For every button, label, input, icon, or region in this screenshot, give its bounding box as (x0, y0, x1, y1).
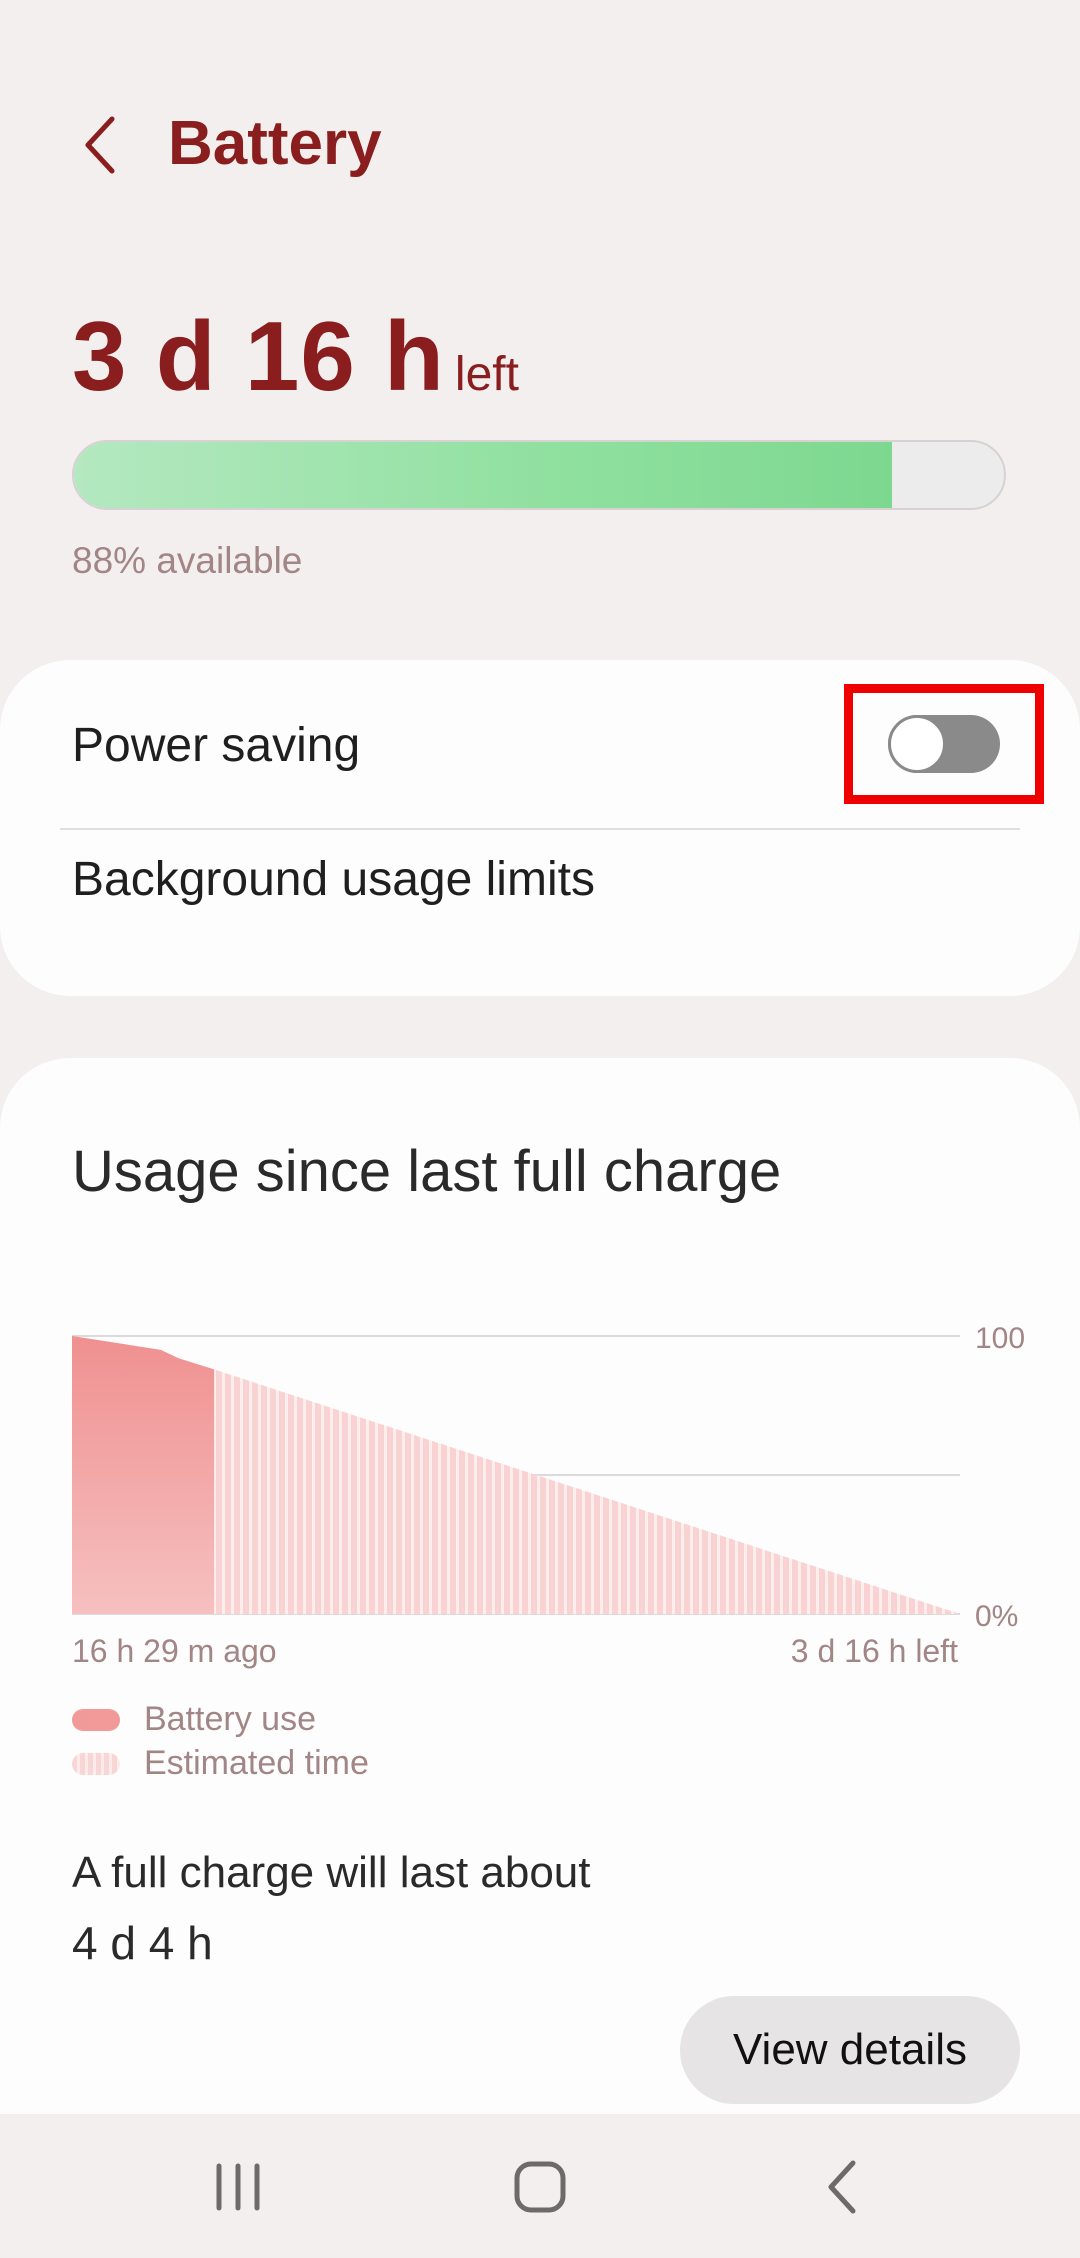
legend-battery-use-label: Battery use (144, 1700, 316, 1738)
recent-apps-icon (216, 2163, 260, 2211)
y-tick-label-bottom: 0% (975, 1600, 1018, 1633)
settings-card: Power saving Background usage limits (0, 660, 1080, 996)
battery-available-text: 88% available (72, 540, 303, 581)
toggle-knob (888, 715, 946, 773)
power-saving-label: Power saving (72, 719, 361, 772)
header: Battery (0, 0, 1080, 290)
battery-level-fill (74, 442, 893, 508)
legend-estimated-time: Estimated time (72, 1744, 369, 1783)
navigation-bar (0, 2114, 1080, 2258)
time-left-suffix: left (454, 348, 519, 401)
power-saving-toggle[interactable] (888, 715, 1000, 773)
full-charge-value: 4 d 4 h (72, 1917, 213, 1969)
background-usage-limits-row[interactable]: Background usage limits (72, 852, 595, 907)
battery-level-bar (72, 440, 1006, 510)
time-left-value: 3 d 16 h (72, 301, 445, 411)
legend-battery-use: Battery use (72, 1700, 316, 1739)
back-nav-button[interactable] (793, 2142, 893, 2232)
legend-swatch-estimated (72, 1752, 120, 1775)
legend-swatch-use (72, 1708, 120, 1731)
y-tick-label-top: 100 (975, 1322, 1025, 1355)
recent-apps-button[interactable] (188, 2142, 288, 2232)
battery-use-area (72, 1336, 215, 1614)
usage-card: Usage since last full charge 100 0% 16 h… (0, 1058, 1080, 2258)
power-saving-toggle-highlight (844, 684, 1044, 804)
back-icon (828, 2160, 856, 2214)
estimated-time-area (214, 1369, 961, 1614)
power-saving-row[interactable]: Power saving (72, 660, 1044, 828)
legend-estimated-time-label: Estimated time (144, 1744, 369, 1782)
view-details-button[interactable]: View details (680, 1996, 1020, 2104)
home-icon (514, 2161, 566, 2213)
home-button[interactable] (490, 2142, 590, 2232)
x-tick-label-end: 3 d 16 h left (791, 1633, 958, 1669)
x-tick-label-start: 16 h 29 m ago (72, 1633, 277, 1669)
time-left: 3 d 16 h left (72, 300, 519, 413)
back-button[interactable] (60, 100, 140, 190)
chevron-left-icon (85, 116, 115, 174)
divider (60, 828, 1020, 830)
page-title: Battery (168, 109, 382, 178)
full-charge-label: A full charge will last about (72, 1848, 591, 1897)
